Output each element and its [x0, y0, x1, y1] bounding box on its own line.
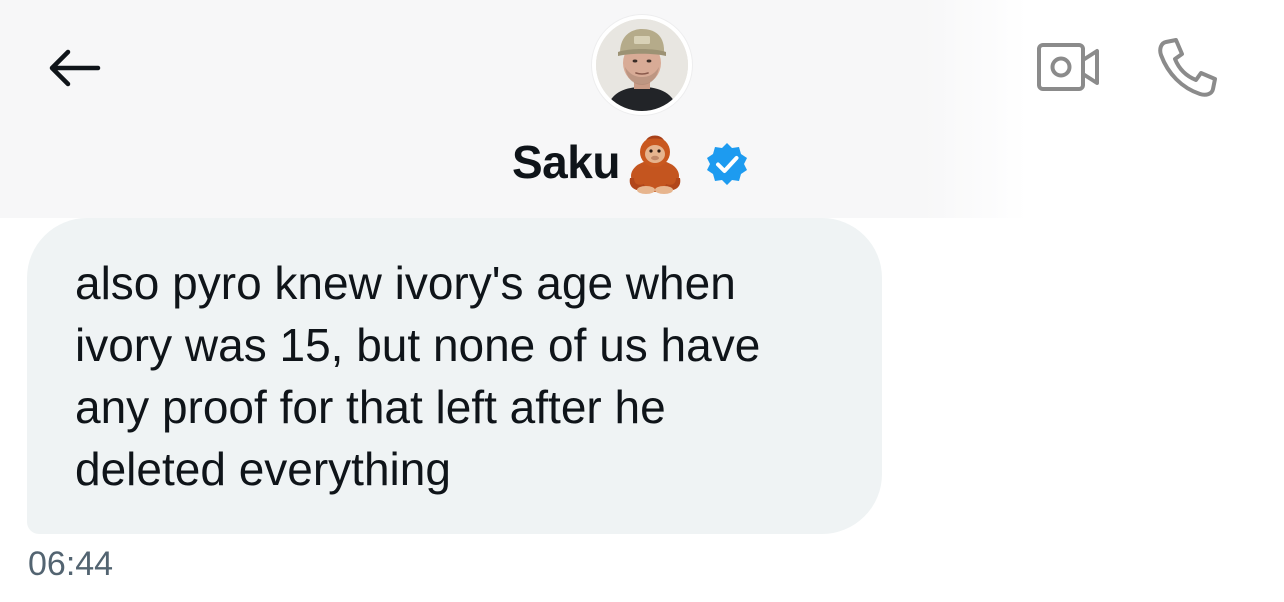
message-timestamp: 06:44	[28, 545, 114, 583]
verified-badge-icon	[706, 143, 747, 185]
contact-title-row: Saku	[512, 128, 750, 196]
profile-photo	[596, 19, 688, 111]
arrow-left-icon	[49, 49, 101, 87]
message-text: also pyro knew ivory's age when ivory wa…	[75, 257, 761, 495]
video-camera-icon	[1037, 43, 1099, 91]
video-call-button[interactable]	[1034, 38, 1102, 96]
orangutan-emoji-icon	[629, 135, 681, 194]
avatar[interactable]	[592, 15, 692, 115]
voice-call-button[interactable]	[1152, 32, 1222, 102]
back-button[interactable]	[40, 38, 106, 98]
message-bubble[interactable]: also pyro knew ivory's age when ivory wa…	[27, 218, 882, 534]
conversation-header: Saku	[0, 0, 1284, 218]
contact-name: Saku	[512, 136, 620, 188]
dm-conversation-screen: Saku also pyro knew ivory's age when ivo…	[0, 0, 1284, 602]
phone-icon	[1158, 38, 1217, 97]
